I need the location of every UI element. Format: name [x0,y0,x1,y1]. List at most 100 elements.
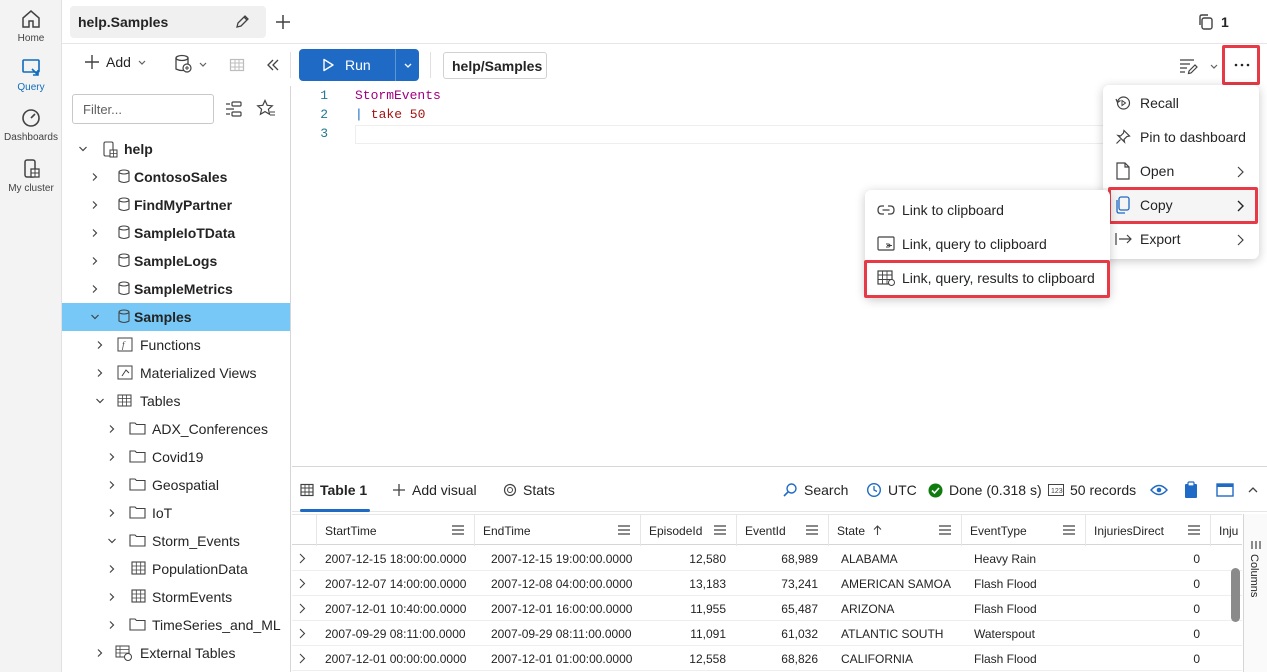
tree-row[interactable]: FindMyPartner [62,191,290,219]
clipboard-icon[interactable] [1184,481,1198,499]
tree-row[interactable]: ADX_Conferences [62,415,290,443]
rail-home[interactable]: Home [0,8,62,44]
tree-row[interactable]: f Functions [62,331,290,359]
menu-item-open[interactable]: Open [1103,154,1259,188]
tree-row[interactable]: Covid19 [62,443,290,471]
tree-row[interactable]: Materialized Views [62,359,290,387]
column-menu-icon[interactable] [806,525,818,535]
pencil-icon[interactable] [234,14,250,30]
timezone-button[interactable]: UTC [866,467,917,513]
table-row[interactable]: 2007-12-15 18:00:00.0000 2007-12-15 19:00… [292,546,1242,571]
chevron-right-icon[interactable] [90,256,100,266]
run-button[interactable]: Run [299,49,395,81]
table-row[interactable]: 2007-12-01 00:00:00.0000 2007-12-01 01:00… [292,646,1242,671]
filter-input[interactable] [72,94,214,124]
chevron-down-icon[interactable] [1209,61,1219,71]
table-icon-disabled[interactable] [229,57,245,73]
column-menu-icon[interactable] [939,525,951,535]
column-header[interactable]: State [828,515,961,546]
tree-row[interactable]: SampleIoTData [62,219,290,247]
eye-icon[interactable] [1150,484,1168,496]
connection-button[interactable] [174,54,208,74]
chevron-right-icon[interactable] [107,592,117,602]
column-header[interactable]: EventId [736,515,828,546]
tree-row[interactable]: TimeSeries_and_ML [62,611,290,639]
column-menu-icon[interactable] [618,525,630,535]
results-tab-table1[interactable]: Table 1 [300,467,367,513]
tabs-copy-icon[interactable] [1197,13,1215,31]
column-header[interactable]: EventType [961,515,1085,546]
grid-scrollbar-thumb[interactable] [1231,568,1240,622]
add-visual-button[interactable]: Add visual [392,467,477,513]
column-header[interactable]: InjuriesDirect [1085,515,1210,546]
row-expand-icon[interactable] [298,628,306,639]
tree-row[interactable]: SampleMetrics [62,275,290,303]
chevron-right-icon[interactable] [90,200,100,210]
tree-row[interactable]: ContosoSales [62,163,290,191]
table-row[interactable]: 2007-09-29 08:11:00.0000 2007-09-29 08:11… [292,621,1242,646]
column-header[interactable]: Inju [1210,515,1242,546]
column-header[interactable]: EpisodeId [640,515,736,546]
column-menu-icon[interactable] [452,525,464,535]
chevron-right-icon[interactable] [90,228,100,238]
tree-row[interactable]: Samples [62,303,290,331]
column-menu-icon[interactable] [1188,525,1200,535]
rail-query[interactable]: Query [0,57,62,93]
filter-options-icon[interactable] [225,101,243,117]
chevron-right-icon[interactable] [107,480,117,490]
table-row[interactable]: 2007-12-01 10:40:00.0000 2007-12-01 16:00… [292,596,1242,621]
column-menu-icon[interactable] [1063,525,1075,535]
menu-item-link-to-clipboard[interactable]: Link to clipboard [865,193,1110,227]
chevron-right-icon[interactable] [95,648,105,658]
column-header[interactable]: StartTime [316,515,474,546]
add-button[interactable]: Add [84,54,147,70]
tree-row[interactable]: Storm_Events [62,527,290,555]
row-expand-icon[interactable] [298,553,306,564]
run-options-button[interactable] [395,49,419,81]
chevron-right-icon[interactable] [95,340,105,350]
search-button[interactable]: Search [782,467,848,513]
chevron-down-icon[interactable] [78,144,88,154]
column-menu-icon[interactable] [714,525,726,535]
chevron-up-icon[interactable] [1248,486,1258,494]
menu-item-export[interactable]: Export [1103,222,1259,256]
tree-row[interactable]: External Tables [62,639,290,667]
rail-dashboards[interactable]: Dashboards [0,107,62,143]
tree-row[interactable]: Tables [62,387,290,415]
rail-my-cluster[interactable]: My cluster [0,158,62,194]
tree-row[interactable]: StormEvents [62,583,290,611]
favorites-icon[interactable] [256,99,276,117]
chevron-down-icon[interactable] [95,396,105,406]
chevron-right-icon[interactable] [107,620,117,630]
chevron-right-icon[interactable] [107,564,117,574]
tree-row[interactable]: SampleLogs [62,247,290,275]
chevron-right-icon[interactable] [95,368,105,378]
table-row[interactable]: 2007-12-07 14:00:00.0000 2007-12-08 04:00… [292,571,1242,596]
chevron-down-icon[interactable] [90,312,100,322]
menu-item-pin-to-dashboard[interactable]: Pin to dashboard [1103,120,1259,154]
menu-item-link-query-to-clipboard[interactable]: Link, query to clipboard [865,227,1110,261]
row-expand-icon[interactable] [298,653,306,664]
chevron-right-icon[interactable] [107,452,117,462]
tree-row[interactable]: IoT [62,499,290,527]
tree-row[interactable]: help [62,135,290,163]
row-expand-icon[interactable] [298,578,306,589]
column-header[interactable]: EndTime [474,515,640,546]
tree-row[interactable]: Geospatial [62,471,290,499]
format-query-icon[interactable] [1178,57,1198,75]
menu-item-recall[interactable]: Recall [1103,86,1259,120]
tree-row[interactable]: PopulationData [62,555,290,583]
query-tab-help-samples[interactable]: help.Samples [70,6,266,38]
panel-icon[interactable] [1216,483,1234,497]
stats-tab[interactable]: Stats [503,467,555,513]
chevron-right-icon[interactable] [90,172,100,182]
chevron-right-icon[interactable] [90,284,100,294]
chevron-right-icon[interactable] [107,424,117,434]
columns-side-panel[interactable]: Columns [1231,514,1267,672]
chevron-down-icon[interactable] [107,536,117,546]
collapse-pane-icon[interactable] [265,58,281,72]
chevron-right-icon[interactable] [107,508,117,518]
row-expand-icon[interactable] [298,603,306,614]
add-tab-icon[interactable] [274,13,292,31]
database-scope[interactable]: help/Samples [443,52,547,79]
